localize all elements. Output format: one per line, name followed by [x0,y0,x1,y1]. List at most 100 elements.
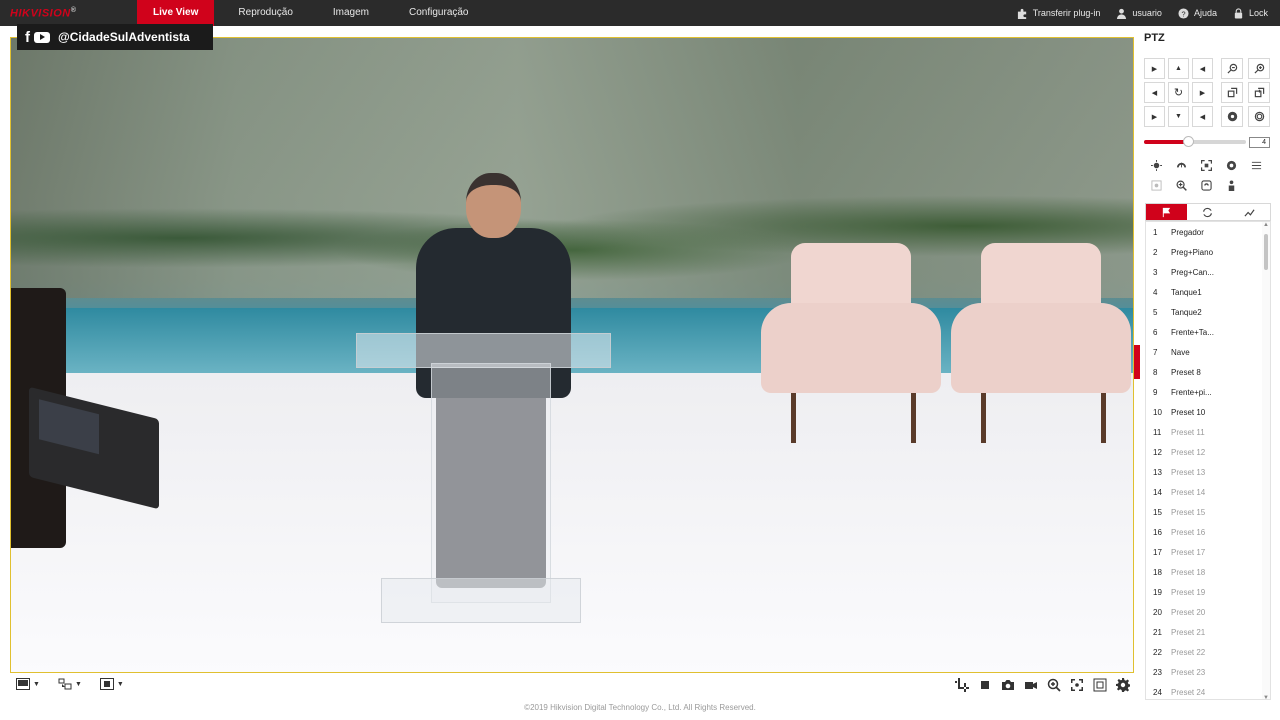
nav-tab-imagem[interactable]: Imagem [317,0,385,26]
ptz-speed-slider[interactable] [1144,136,1246,147]
snapshot-button[interactable] [1001,678,1015,692]
pan-up-right-button[interactable]: ◀ [1192,58,1213,79]
preset-row[interactable]: 20 Preset 20 [1146,602,1270,622]
lock-link[interactable]: Lock [1233,7,1268,19]
zoom-out-button[interactable] [1221,58,1243,79]
preset-row[interactable]: 3 Preg+Can... [1146,262,1270,282]
nav-tab-live-view[interactable]: Live View [137,0,215,26]
panel-collapse-tab[interactable] [1134,345,1140,379]
preset-row[interactable]: 6 Frente+Ta... [1146,322,1270,342]
pan-right-button[interactable]: ▶ [1192,82,1213,103]
auto-pan-button[interactable]: ↻ [1168,82,1189,103]
pan-up-left-button[interactable]: ▶ [1144,58,1165,79]
tab-patrol[interactable] [1187,204,1228,220]
lens-init-icon [1226,160,1237,170]
preset-row[interactable]: 11 Preset 11 [1146,422,1270,442]
preset-number: 22 [1153,647,1162,657]
iris-open-icon [1227,111,1237,122]
zoom-in-button[interactable] [1248,58,1270,79]
preset-number: 16 [1153,527,1162,537]
preset-tabs [1145,203,1271,221]
user-menu[interactable]: usuario [1116,8,1162,19]
preset-row[interactable]: 9 Frente+pi... [1146,382,1270,402]
zoom-out-icon [1226,63,1237,74]
preset-row[interactable]: 16 Preset 16 [1146,522,1270,542]
arrow-left-icon: ◀ [1151,89,1158,97]
light-button[interactable] [1144,156,1169,174]
preset-row[interactable]: 1 Pregador [1146,222,1270,242]
preset-row[interactable]: 15 Preset 15 [1146,502,1270,522]
preset-name: Preset 23 [1171,667,1206,677]
preset-row[interactable]: 23 Preset 23 [1146,662,1270,682]
preset-list-scrollbar[interactable]: ▲ ▼ [1262,222,1270,699]
fullscreen-button[interactable] [1093,678,1107,692]
preset-number: 6 [1153,327,1158,337]
pan-down-right-button[interactable]: ◀ [1192,106,1213,127]
wiper-button[interactable] [1169,156,1194,174]
preset-name: Frente+Ta... [1171,327,1214,337]
aspect-ratio-button[interactable]: ▼ [99,678,124,690]
menu-button[interactable] [1244,156,1269,174]
preset-name: Preset 24 [1171,687,1206,697]
preset-row[interactable]: 4 Tanque1 [1146,282,1270,302]
pan-left-button[interactable]: ◀ [1144,82,1165,103]
scroll-up-icon[interactable]: ▲ [1263,222,1269,228]
3d-zoom-button[interactable] [1169,176,1194,194]
lens-init-button[interactable] [1219,156,1244,174]
ptz-panel: PTZ ▶ ▲ ◀ ◀ ↻ ▶ ▶ ▼ ◀ 4 1 Pregador 2 Pre… [1141,28,1280,700]
nav-tab-configura-o[interactable]: Configuração [393,0,484,26]
preset-row[interactable]: 2 Preg+Piano [1146,242,1270,262]
preset-row[interactable]: 22 Preset 22 [1146,642,1270,662]
preset-row[interactable]: 10 Preset 10 [1146,402,1270,422]
main-nav: Live View Reprodução Imagem Configuração [137,0,493,26]
help-link[interactable]: ? Ajuda [1178,7,1217,19]
focus-near-button[interactable] [1221,82,1243,103]
preset-row[interactable]: 12 Preset 12 [1146,442,1270,462]
3d-positioning-button[interactable] [1070,678,1084,692]
record-button[interactable] [1024,678,1038,692]
preset-name: Preset 18 [1171,567,1206,577]
stream-type-button[interactable]: ▼ [58,678,82,690]
focus-far-button[interactable] [1248,82,1270,103]
one-touch-park-button[interactable] [1194,176,1219,194]
preset-number: 1 [1153,227,1158,237]
preset-row[interactable]: 14 Preset 14 [1146,482,1270,502]
aux-focus-icon [1201,159,1212,171]
stop-button[interactable] [978,678,992,692]
preset-row[interactable]: 24 Preset 24 [1146,682,1270,699]
preset-name: Pregador [1171,227,1204,237]
ptz-speed-knob[interactable] [1182,136,1194,147]
wiper-icon [1176,162,1187,167]
download-plugin-link[interactable]: Transferir plug-in [1017,8,1100,19]
live-video-view[interactable] [10,37,1134,673]
preset-row[interactable]: 17 Preset 17 [1146,542,1270,562]
settings-button[interactable] [1116,678,1131,692]
preset-row[interactable]: 5 Tanque2 [1146,302,1270,322]
preset-row[interactable]: 8 Preset 8 [1146,362,1270,382]
preset-row[interactable]: 13 Preset 13 [1146,462,1270,482]
manual-tracking-button[interactable] [1144,176,1169,194]
pan-down-left-button[interactable]: ▶ [1144,106,1165,127]
manual-defog-button[interactable] [1219,176,1244,194]
scrollbar-thumb[interactable] [1264,234,1268,270]
tab-pattern[interactable] [1229,204,1270,220]
nav-tab-reprodu-o[interactable]: Reprodução [222,0,308,26]
digital-zoom-button[interactable] [1047,678,1061,692]
tab-presets[interactable] [1146,204,1188,220]
preset-row[interactable]: 21 Preset 21 [1146,622,1270,642]
preset-number: 17 [1153,547,1162,557]
focus-near-icon [1227,87,1237,98]
iris-close-icon [1254,111,1264,122]
iris-open-button[interactable] [1221,106,1243,127]
tilt-down-button[interactable]: ▼ [1168,106,1189,127]
preset-row[interactable]: 7 Nave [1146,342,1270,362]
preset-row[interactable]: 18 Preset 18 [1146,562,1270,582]
window-layout-button[interactable]: ▼ [16,678,40,690]
crop-button[interactable] [955,678,969,692]
tilt-up-button[interactable]: ▲ [1168,58,1189,79]
auxiliary-focus-button[interactable] [1194,156,1219,174]
preset-row[interactable]: 19 Preset 19 [1146,582,1270,602]
camera-icon [1002,680,1014,690]
iris-close-button[interactable] [1248,106,1270,127]
puzzle-icon [1017,8,1026,19]
